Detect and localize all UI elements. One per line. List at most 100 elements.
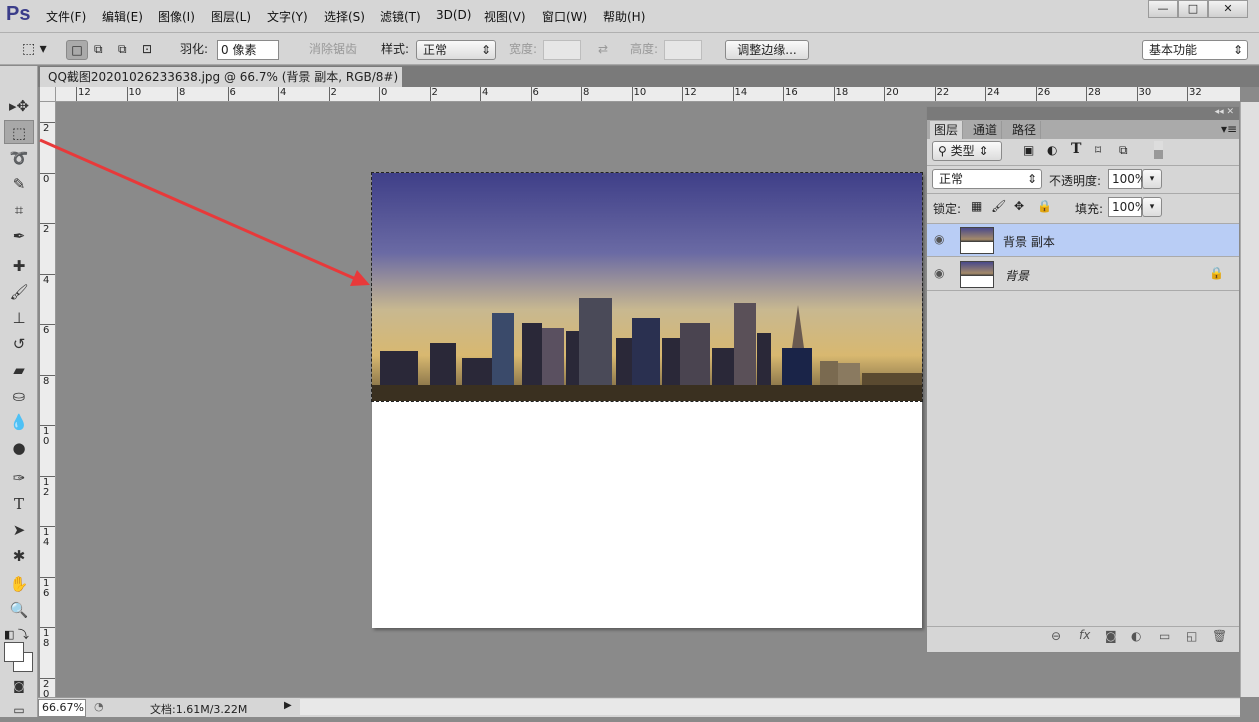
menu-filter[interactable]: 滤镜(T): [380, 8, 421, 25]
add-selection-icon[interactable]: ⧉: [94, 40, 103, 60]
close-window-button[interactable]: ✕: [1208, 0, 1248, 18]
lock-transparency-icon[interactable]: ▦: [971, 199, 982, 213]
layer-name: 背景 副本: [1003, 235, 1055, 249]
new-selection-icon[interactable]: □: [66, 40, 88, 60]
fx-icon[interactable]: fx: [1079, 628, 1090, 642]
lock-all-icon[interactable]: 🔒: [1037, 199, 1052, 213]
minimize-button[interactable]: —: [1148, 0, 1178, 18]
panel-menu-icon[interactable]: ▾≡: [1221, 122, 1237, 136]
quick-mask-icon[interactable]: ◙: [4, 674, 34, 698]
pen-tool-icon[interactable]: ✑: [4, 466, 34, 490]
add-mask-icon[interactable]: ◙: [1105, 629, 1117, 643]
feather-input[interactable]: 0 像素: [217, 40, 279, 60]
zoom-level-input[interactable]: 66.67%: [38, 699, 86, 717]
fill-input[interactable]: 100%: [1108, 197, 1146, 217]
layer-row-background-copy[interactable]: ◉ 背景 副本: [927, 224, 1239, 257]
layer-name: 背景: [1005, 269, 1030, 283]
blur-tool-icon[interactable]: 💧: [4, 410, 34, 434]
vertical-scrollbar[interactable]: [1240, 102, 1259, 697]
ruler-tick: [429, 87, 431, 101]
history-brush-tool-icon[interactable]: ↺: [4, 332, 34, 356]
crop-tool-icon[interactable]: ⌗: [4, 198, 34, 222]
status-menu-arrow-icon[interactable]: ▶: [284, 700, 292, 711]
document-tab[interactable]: QQ截图20201026233638.jpg @ 66.7% (背景 副本, R…: [40, 67, 402, 104]
horizontal-scrollbar[interactable]: [300, 699, 1240, 715]
dodge-tool-icon[interactable]: ●: [4, 436, 34, 460]
document-canvas[interactable]: [371, 172, 923, 628]
blend-mode-select[interactable]: 正常 ⇕: [932, 169, 1042, 189]
move-tool-icon[interactable]: ▸✥: [4, 94, 34, 118]
lock-paint-icon[interactable]: 🖌: [991, 199, 1006, 213]
menu-select[interactable]: 选择(S): [324, 8, 365, 25]
width-input[interactable]: [543, 40, 581, 60]
lock-position-icon[interactable]: ✥: [1014, 199, 1024, 213]
lasso-tool-icon[interactable]: ➰: [4, 146, 34, 170]
opacity-input[interactable]: 100%: [1108, 169, 1146, 189]
menu-layer[interactable]: 图层(L): [211, 8, 251, 25]
visibility-eye-icon[interactable]: ◉: [934, 232, 944, 246]
foreground-color-swatch[interactable]: [4, 642, 24, 662]
workspace-select[interactable]: 基本功能 ⇕: [1142, 40, 1248, 60]
visibility-eye-icon[interactable]: ◉: [934, 266, 944, 280]
ruler-tick: [40, 374, 55, 376]
status-info-icon[interactable]: ◔: [94, 700, 104, 713]
ruler-tick-label: 0: [381, 87, 388, 98]
height-input[interactable]: [664, 40, 702, 60]
menu-type[interactable]: 文字(Y): [267, 8, 308, 25]
ruler-tick-label: 16: [785, 87, 798, 98]
intersect-selection-icon[interactable]: ⊡: [142, 40, 152, 60]
filter-shape-icon[interactable]: ⌑: [1095, 143, 1101, 157]
adjustment-layer-icon[interactable]: ◐: [1131, 629, 1141, 643]
type-tool-icon[interactable]: T: [4, 492, 34, 516]
eyedropper-tool-icon[interactable]: ✒: [4, 224, 34, 248]
delete-layer-icon[interactable]: 🗑: [1212, 629, 1227, 643]
tab-layers[interactable]: 图层: [930, 121, 964, 139]
clone-stamp-tool-icon[interactable]: ⊥: [4, 306, 34, 330]
filter-type-icon[interactable]: T: [1071, 141, 1081, 157]
marquee-preset-icon[interactable]: ⬚ ▾: [22, 40, 47, 60]
menu-window[interactable]: 窗口(W): [542, 8, 587, 25]
hand-tool-icon[interactable]: ✋: [4, 572, 34, 596]
tab-paths[interactable]: 路径: [1008, 121, 1042, 139]
opacity-dropdown-icon[interactable]: ▾: [1142, 169, 1162, 189]
lock-label: 锁定:: [933, 202, 962, 216]
menu-help[interactable]: 帮助(H): [603, 8, 645, 25]
filter-pixel-icon[interactable]: ▣: [1023, 143, 1034, 157]
path-selection-tool-icon[interactable]: ➤: [4, 518, 34, 542]
brush-tool-icon[interactable]: 🖌: [4, 280, 34, 304]
new-layer-icon[interactable]: ◱: [1186, 629, 1197, 643]
rectangular-marquee-tool-icon[interactable]: ⬚: [4, 120, 34, 144]
panel-collapse-close-icon[interactable]: ◂◂ ✕: [927, 107, 1239, 120]
ruler-tick: [1136, 87, 1138, 101]
menu-3d[interactable]: 3D(D): [436, 8, 471, 22]
filter-toggle[interactable]: [1154, 141, 1163, 159]
style-select[interactable]: 正常 ⇕: [416, 40, 496, 60]
swap-icon[interactable]: ⇄: [598, 40, 608, 60]
zoom-tool-icon[interactable]: 🔍: [4, 598, 34, 622]
fill-dropdown-icon[interactable]: ▾: [1142, 197, 1162, 217]
quick-selection-tool-icon[interactable]: ✎: [4, 172, 34, 196]
refine-edge-button[interactable]: 调整边缘...: [725, 40, 809, 60]
menu-file[interactable]: 文件(F): [46, 8, 86, 25]
subtract-selection-icon[interactable]: ⧉: [118, 40, 127, 60]
tab-channels[interactable]: 通道: [969, 121, 1003, 139]
default-colors-icon[interactable]: ◧ ⤵: [4, 626, 29, 642]
options-bar: ⬚ ▾ □ ⧉ ⧉ ⊡ 羽化: 0 像素 消除锯齿 样式: 正常 ⇕ 宽度: ⇄ …: [0, 33, 1259, 88]
maximize-button[interactable]: □: [1178, 0, 1208, 18]
eraser-tool-icon[interactable]: ▰: [4, 358, 34, 382]
new-group-icon[interactable]: ▭: [1159, 629, 1170, 643]
link-layers-icon[interactable]: ⊖: [1051, 629, 1061, 643]
feather-label: 羽化:: [180, 42, 209, 56]
paint-bucket-tool-icon[interactable]: ⛀: [4, 384, 34, 408]
ruler-tick: [328, 87, 330, 101]
filter-smartobject-icon[interactable]: ⧉: [1119, 143, 1128, 158]
healing-brush-tool-icon[interactable]: ✚: [4, 254, 34, 278]
menu-view[interactable]: 视图(V): [484, 8, 526, 25]
layer-filter-select[interactable]: ⚲ 类型 ⇕: [932, 141, 1002, 161]
menu-edit[interactable]: 编辑(E): [102, 8, 143, 25]
custom-shape-tool-icon[interactable]: ✱: [4, 544, 34, 568]
layer-row-background[interactable]: ◉ 背景 🔒: [927, 258, 1239, 291]
screen-mode-icon[interactable]: ▭: [4, 698, 34, 722]
filter-adjustment-icon[interactable]: ◐: [1047, 143, 1057, 157]
menu-image[interactable]: 图像(I): [158, 8, 195, 25]
